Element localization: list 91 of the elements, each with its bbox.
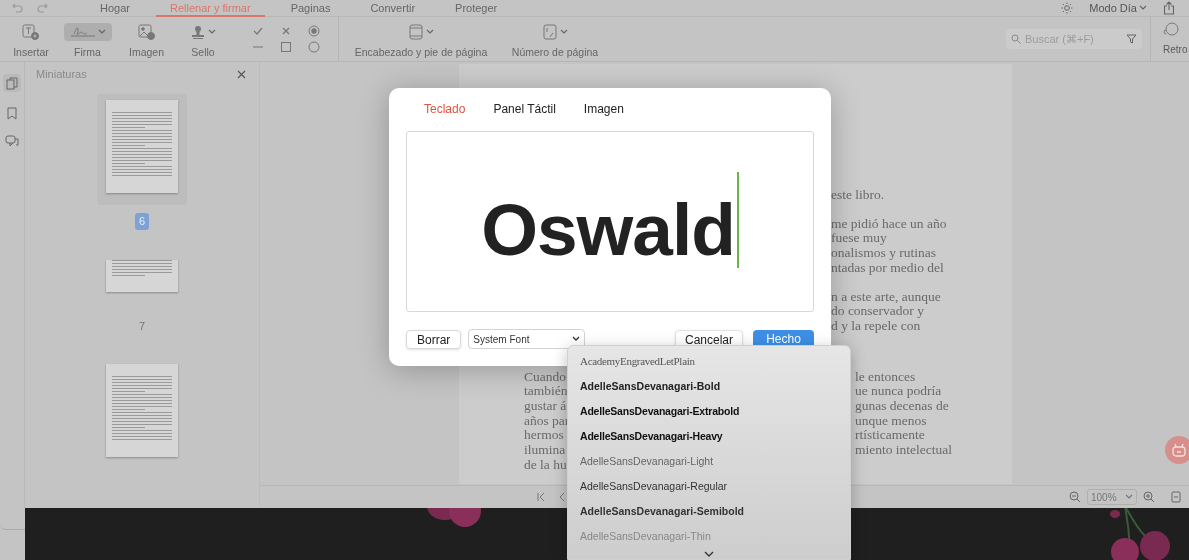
cross-icon[interactable] (280, 25, 292, 37)
dialog-tab[interactable]: Teclado (424, 100, 466, 118)
scroll-down-icon[interactable] (704, 551, 714, 557)
page-thumbnail[interactable] (106, 100, 178, 193)
redo-icon[interactable] (37, 3, 48, 13)
text-line: miento intelectual (855, 443, 953, 458)
dialog-tab[interactable]: Imagen (583, 100, 624, 118)
font-option[interactable]: AdelleSansDevanagari-Heavy (568, 424, 850, 449)
zoom-select[interactable]: 100% (1087, 489, 1137, 505)
text-line: Cuando (524, 369, 566, 385)
text-line: onalismos y rutinas (831, 246, 936, 261)
caret-icon (97, 29, 106, 36)
typed-signature: Oswald (481, 193, 735, 266)
text-line: le entonces (855, 369, 916, 385)
font-option[interactable]: AdelleSansDevanagari-Regular (568, 474, 850, 499)
square-icon[interactable] (280, 41, 292, 53)
text-line: también (524, 384, 568, 400)
caret-icon (559, 29, 568, 36)
tool-button[interactable]: Sello (174, 17, 232, 61)
robot-icon (1171, 442, 1187, 458)
close-icon[interactable] (237, 69, 246, 79)
support-icon[interactable] (1163, 21, 1179, 37)
text-line: unque menos (855, 413, 927, 429)
search-icon (1011, 34, 1021, 44)
theme-menu[interactable]: Modo Día (1089, 0, 1147, 17)
caret-icon (425, 29, 434, 36)
text-line: hermos (524, 428, 564, 444)
text-line: rtísticamente (855, 428, 925, 444)
dialog-tab[interactable]: Panel Táctil (493, 100, 556, 118)
page-thumbnail[interactable] (106, 259, 178, 292)
text-line: ntadas por medio del (831, 260, 944, 276)
text-line: gustar á (524, 399, 567, 414)
tool-button[interactable]: Firma (56, 17, 119, 61)
text-line: me pidió hace un año (831, 216, 947, 232)
font-option[interactable]: AdelleSansDevanagari-Semibold (568, 499, 850, 524)
first-page-icon[interactable] (536, 492, 546, 502)
font-option[interactable]: AdelleSansDevanagari-Light (568, 449, 850, 474)
signature-icon (69, 25, 96, 40)
page-number-icon (542, 24, 557, 41)
text-line: d y la repele con (831, 318, 921, 334)
stamp-icon (190, 24, 206, 41)
text-line: de la hu (524, 457, 567, 473)
tool-button[interactable]: Número de página (499, 17, 611, 61)
tool-button[interactable]: Insertar (6, 17, 56, 61)
font-option[interactable]: AcademyEngravedLetPlain (568, 349, 850, 374)
zoom-out-icon[interactable] (1069, 491, 1081, 503)
comments-icon[interactable] (4, 135, 20, 147)
tool-button[interactable]: Encabezado y pie de página (343, 17, 499, 61)
caret-icon (572, 336, 581, 342)
zoom-in-icon[interactable] (1143, 491, 1155, 503)
robot-button[interactable] (1165, 436, 1189, 464)
font-option[interactable]: AdelleSansDevanagari-Extrabold (568, 399, 850, 424)
text-line: fuese muy (831, 231, 887, 247)
menu-tab[interactable]: Paginas (276, 0, 345, 17)
previous-page-icon[interactable] (558, 492, 566, 502)
menu-tab[interactable]: Hogar (86, 0, 144, 17)
checkmark-icon[interactable] (252, 25, 264, 37)
sun-icon[interactable] (1061, 2, 1074, 14)
text-line: ilumina (524, 443, 566, 458)
text-line: este libro. (831, 188, 885, 203)
caret-icon (1125, 494, 1133, 500)
circle-icon[interactable] (308, 41, 320, 53)
tool-label: Retro (1163, 43, 1188, 57)
page-view-icon[interactable] (1171, 491, 1181, 503)
undo-icon[interactable] (12, 3, 23, 13)
text-line: do conservador y (831, 304, 924, 319)
thumbnails-tab[interactable] (3, 74, 21, 92)
panel-title: Miniaturas (36, 66, 87, 82)
page-number: 7 (138, 318, 146, 334)
radio-button-icon[interactable] (308, 25, 320, 37)
page-thumbnail[interactable] (106, 364, 178, 457)
caret-icon (1139, 5, 1147, 11)
menu-tab[interactable]: Convertir (356, 0, 430, 17)
filter-icon[interactable] (1126, 34, 1137, 44)
font-option[interactable]: AdelleSansDevanagari-Bold (568, 374, 850, 399)
image-icon (137, 24, 156, 41)
caret-icon (208, 29, 216, 36)
font-option[interactable]: AdelleSansDevanagari-Thin (568, 524, 850, 549)
share-icon[interactable] (1163, 1, 1175, 15)
pages-icon (6, 76, 18, 90)
menu-tab[interactable]: Proteger (441, 0, 512, 17)
text-line: gunas decenas de (855, 399, 949, 414)
text-box-icon (22, 24, 40, 41)
clear-button[interactable]: Borrar (406, 329, 462, 349)
text-line: ue nunca podría (855, 384, 942, 400)
tool-button[interactable]: Imagen (119, 17, 174, 61)
bookmark-icon[interactable] (7, 107, 17, 120)
page-icon (408, 24, 423, 41)
text-line: n a este arte, aunque (831, 289, 941, 305)
page-number: 6 (134, 213, 150, 230)
signature-input[interactable]: Oswald (406, 131, 814, 312)
